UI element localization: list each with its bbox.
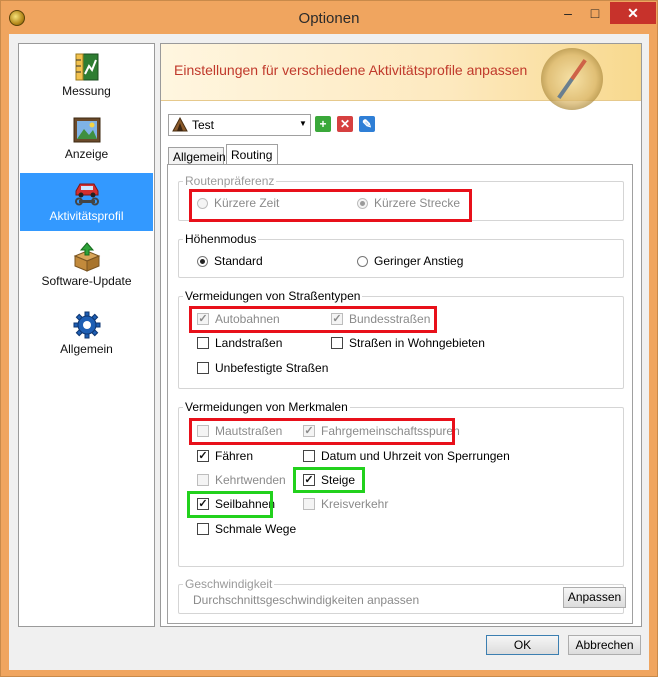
radio-circle [357,255,368,267]
checkbox-datum-uhrzeit-sperrungen[interactable]: Datum und Uhrzeit von Sperrungen [303,448,510,464]
option-label: Fähren [215,449,254,463]
close-button[interactable]: ✕ [610,2,656,24]
checkbox-box [303,498,315,510]
ok-button[interactable]: OK [486,635,559,655]
gear-icon [73,311,101,339]
option-label: Kreisverkehr [321,497,389,511]
highlight-box-seilbahnen [187,491,273,518]
speed-description: Durchschnittsgeschwindigkeiten anpassen [193,593,420,607]
checkbox-landstrassen[interactable]: Landstraßen [197,335,282,351]
option-label: Unbefestigte Straßen [215,361,329,375]
speed-group: Geschwindigkeit Durchschnittsgeschwindig… [178,577,626,614]
profile-select-value: Test [192,118,215,132]
group-title: Vermeidungen von Merkmalen [183,400,350,414]
option-label: Landstraßen [215,336,283,350]
ruler-chart-icon [75,53,99,81]
checkbox-strassen-in-wohngebieten[interactable]: Straßen in Wohngebieten [331,335,485,351]
options-window: Optionen – □ ✕ Messung Anzeige Aktivität… [0,0,658,677]
cancel-button[interactable]: Abbrechen [568,635,641,655]
maximize-button[interactable]: □ [582,2,608,24]
highlight-box-route-preference [189,189,472,222]
header-title: Einstellungen für verschiedene Aktivität… [174,62,528,78]
checkbox-kreisverkehr[interactable]: Kreisverkehr [303,496,388,512]
group-title: Routenpräferenz [183,174,277,188]
nav-item-software-update[interactable]: Software-Update [20,238,153,296]
checkbox-box: ✓ [197,450,209,462]
nav-label: Anzeige [64,147,109,161]
chevron-down-icon: ▼ [299,119,307,128]
package-update-icon [73,242,101,272]
header-banner: Einstellungen für verschiedene Aktivität… [161,44,641,110]
adjust-speed-button[interactable]: Anpassen [563,587,626,608]
checkbox-box [331,337,343,349]
checkbox-box [303,450,315,462]
checkbox-box [197,337,209,349]
radio-geringer-anstieg[interactable]: Geringer Anstieg [357,253,463,269]
tab-allgemein[interactable]: Allgemein [168,147,226,165]
checkbox-box [197,474,209,486]
option-label: Schmale Wege [215,522,297,536]
checkbox-kehrtwenden[interactable]: Kehrtwenden [197,472,286,488]
radio-standard[interactable]: Standard [197,253,263,269]
radio-circle [197,255,208,267]
profile-tent-icon [172,117,188,132]
option-label: Geringer Anstieg [374,254,464,268]
group-title: Höhenmodus [183,232,259,246]
minimize-button[interactable]: – [555,2,581,24]
edit-profile-button[interactable]: ✎ [359,116,375,132]
compass-icon [541,48,603,110]
nav-item-anzeige[interactable]: Anzeige [20,111,153,169]
highlight-box-road-types [189,306,437,333]
height-mode-group: Höhenmodus Standard Geringer Anstieg [178,232,624,278]
add-profile-button[interactable]: + [315,116,331,132]
dialog-client-area: Messung Anzeige Aktivitätsprofil Softwar… [9,34,649,670]
settings-panel: Einstellungen für verschiedene Aktivität… [160,43,642,627]
group-title: Vermeidungen von Straßentypen [183,289,363,303]
category-nav: Messung Anzeige Aktivitätsprofil Softwar… [18,43,155,627]
checkbox-box [197,523,209,535]
highlight-box-features [189,418,455,445]
car-wrench-icon [75,183,99,206]
nav-label: Software-Update [41,274,132,288]
option-label: Kehrtwenden [215,473,286,487]
option-label: Standard [214,254,263,268]
checkbox-faehren[interactable]: ✓ Fähren [197,448,253,464]
nav-item-allgemein[interactable]: Allgemein [20,306,153,364]
nav-item-messung[interactable]: Messung [20,48,153,106]
profile-select[interactable]: Test ▼ [168,114,311,136]
display-icon [73,117,101,143]
checkbox-unbefestigte-strassen[interactable]: Unbefestigte Straßen [197,360,328,376]
nav-item-aktivitaetsprofil[interactable]: Aktivitätsprofil [20,173,153,231]
option-label: Straßen in Wohngebieten [349,336,485,350]
highlight-box-steige [293,467,365,493]
nav-label: Aktivitätsprofil [49,209,124,223]
title-bar[interactable]: Optionen – □ ✕ [1,1,657,35]
checkbox-box [197,362,209,374]
delete-profile-button[interactable]: ✕ [337,116,353,132]
checkbox-schmale-wege[interactable]: Schmale Wege [197,521,296,537]
tab-routing[interactable]: Routing [226,144,278,165]
routing-tab-panel: Routenpräferenz Kürzere Zeit Kürzere Str… [167,164,633,624]
nav-label: Messung [62,84,111,98]
option-label: Datum und Uhrzeit von Sperrungen [321,449,510,463]
group-title: Geschwindigkeit [183,577,275,591]
nav-label: Allgemein [60,342,113,356]
